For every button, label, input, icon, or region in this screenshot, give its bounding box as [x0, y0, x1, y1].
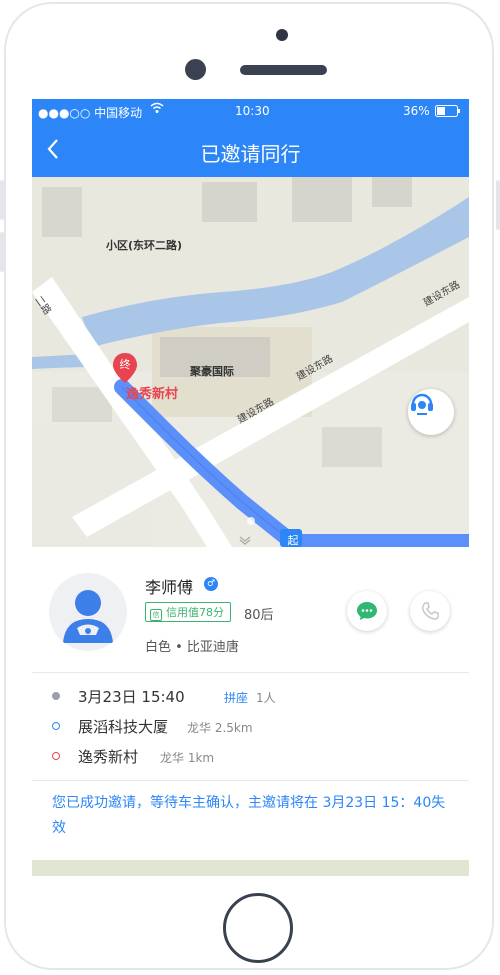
driver-name: 李师傅 [145, 578, 194, 597]
person-icon [63, 590, 113, 643]
page-title: 已邀请同行 [200, 142, 301, 166]
carpool-count: 1人 [256, 691, 276, 705]
battery-icon [435, 105, 461, 120]
wifi-icon [150, 102, 164, 117]
end-name: 逸秀新村 [78, 748, 139, 766]
carrier-label: ●●●○○ 中国移动 [38, 106, 143, 120]
earpiece-speaker [240, 65, 327, 75]
volume-up-button [0, 180, 4, 220]
map-label-destination: 逸秀新村 [126, 387, 179, 402]
route-map[interactable]: 小区(东环二路) 聚豪国际 建设东路 建设东路 建设东路 二路 终 逸秀新村 起 [32, 177, 469, 547]
carpool-label[interactable]: 拼座 [224, 689, 248, 706]
end-dot-icon [52, 752, 60, 760]
end-marker-label: 终 [119, 358, 131, 371]
status-bar: ●●●○○ 中国移动 10:30 36% [32, 99, 469, 124]
divider [32, 672, 469, 673]
message-icon [357, 602, 377, 620]
credit-badge: 信信用值78分 [145, 602, 231, 622]
volume-down-button [0, 232, 4, 272]
map-canvas [32, 177, 469, 547]
headset-icon [411, 393, 433, 415]
map-label-community: 小区(东环二路) [106, 239, 183, 252]
app-screen: ●●●○○ 中国移动 10:30 36% 已邀请同行 小区(东环二路) 聚豪国际… [32, 99, 469, 876]
collapse-panel-button[interactable] [238, 535, 264, 547]
driver-card: 李师傅 ♂ 信信用值78分 80后 白色 • 比亚迪唐 [32, 547, 469, 672]
start-dot-icon [52, 722, 60, 730]
home-button[interactable] [223, 893, 293, 963]
trip-info: 3月23日 15:40 拼座 1人 展滔科技大厦 龙华 2.5km 逸秀新村 龙… [32, 677, 469, 777]
driver-car: 白色 • 比亚迪唐 [145, 640, 239, 655]
status-time: 10:30 [235, 104, 270, 118]
trip-time: 3月23日 15:40 [78, 688, 185, 706]
chevron-down-icon [239, 536, 251, 545]
credit-icon: 信 [150, 609, 162, 621]
customer-service-button[interactable] [408, 389, 454, 435]
start-detail: 龙华 2.5km [187, 721, 253, 735]
divider [32, 780, 469, 781]
driver-avatar [49, 573, 127, 651]
male-icon: ♂ [204, 577, 218, 591]
battery-percent: 36% [403, 104, 430, 118]
phone-icon [422, 602, 439, 620]
end-detail: 龙华 1km [160, 751, 215, 765]
call-button[interactable] [410, 591, 450, 631]
nav-bar: 已邀请同行 [32, 124, 469, 177]
invite-notice: 您已成功邀请，等待车主确认，主邀请将在 3月23日 15：40失效 [52, 795, 446, 836]
power-button [496, 180, 500, 230]
start-marker-label: 起 [287, 534, 299, 547]
end-marker[interactable]: 终 [112, 352, 138, 384]
front-camera [185, 59, 206, 80]
start-name: 展滔科技大厦 [78, 718, 169, 736]
bottom-map-strip [32, 860, 469, 876]
credit-value: 信用值78分 [166, 606, 224, 619]
time-dot-icon [52, 692, 60, 700]
front-sensor [276, 29, 288, 41]
driver-age-group: 80后 [244, 608, 274, 623]
message-button[interactable] [347, 591, 387, 631]
map-label-juhao: 聚豪国际 [190, 365, 234, 378]
